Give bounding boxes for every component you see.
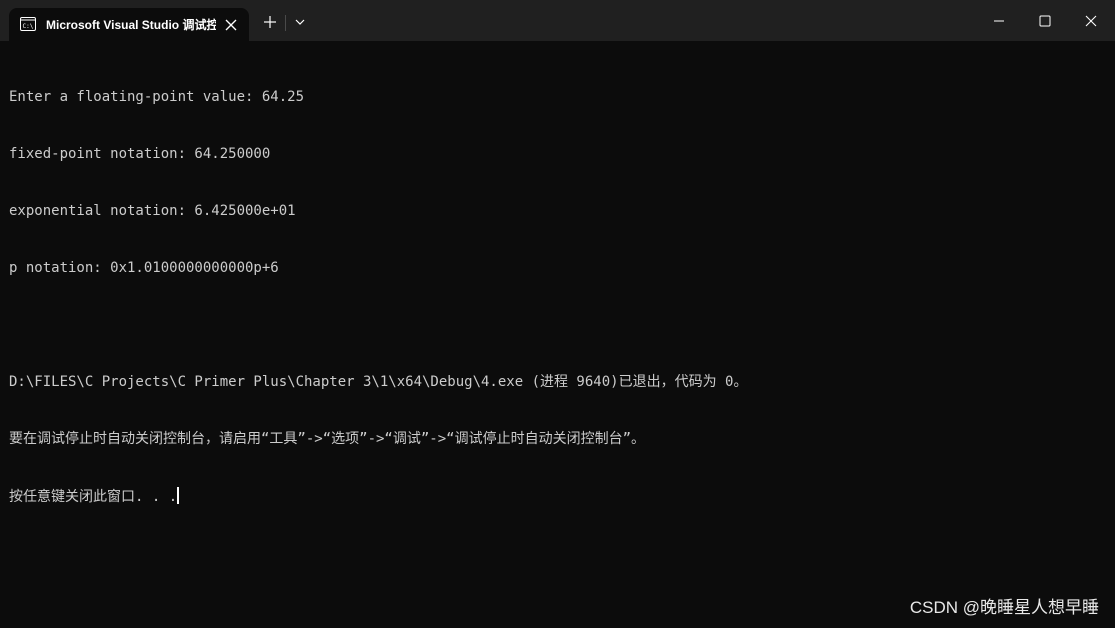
plus-icon[interactable]	[258, 10, 282, 34]
tab-close-icon[interactable]	[221, 15, 241, 35]
title-bar[interactable]: C:\ Microsoft Visual Studio 调试控制台	[0, 0, 1115, 41]
svg-text:C:\: C:\	[23, 23, 34, 30]
console-line: D:\FILES\C Projects\C Primer Plus\Chapte…	[9, 374, 748, 390]
tab-debug-console[interactable]: C:\ Microsoft Visual Studio 调试控制台	[9, 8, 249, 41]
console-line: exponential notation: 6.425000e+01	[9, 203, 296, 219]
minimize-icon[interactable]	[976, 0, 1022, 41]
tab-divider	[285, 15, 286, 31]
close-icon[interactable]	[1068, 0, 1114, 41]
terminal-window: C:\ Microsoft Visual Studio 调试控制台	[0, 0, 1115, 628]
terminal-icon: C:\	[20, 17, 36, 31]
console-line: p notation: 0x1.0100000000000p+6	[9, 260, 279, 276]
console-line: fixed-point notation: 64.250000	[9, 146, 271, 162]
console-line-text: 按任意键关闭此窗口. . .	[9, 489, 178, 505]
console-line: Enter a floating-point value: 64.25	[9, 89, 305, 105]
tab-title: Microsoft Visual Studio 调试控制台	[46, 18, 216, 32]
console-output[interactable]: Enter a floating-point value: 64.25 fixe…	[9, 50, 1109, 544]
maximize-icon[interactable]	[1022, 0, 1068, 41]
console-line: 要在调试停止时自动关闭控制台，请启用“工具”->“选项”->“调试”->“调试停…	[9, 431, 645, 447]
console-line-prompt: 按任意键关闭此窗口. . .	[9, 487, 1109, 506]
text-cursor	[177, 487, 180, 504]
chevron-down-icon[interactable]	[288, 10, 312, 34]
watermark: CSDN @晚睡星人想早睡	[909, 598, 1099, 617]
